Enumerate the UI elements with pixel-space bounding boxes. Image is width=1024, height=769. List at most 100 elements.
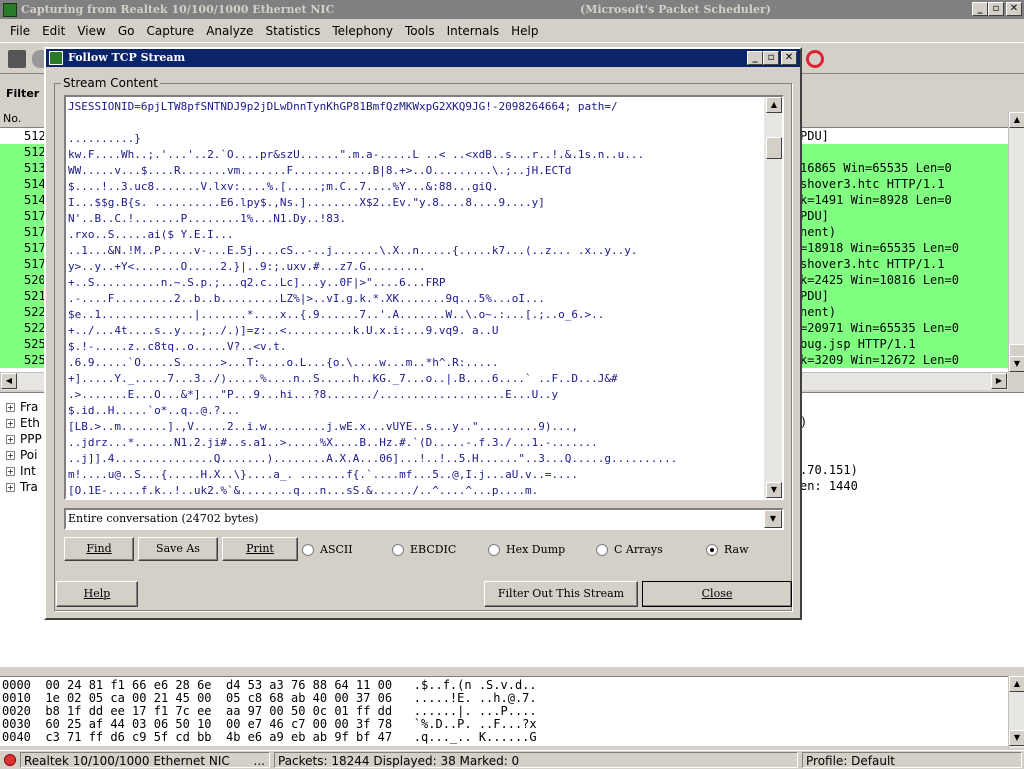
help-lifebuoy-icon[interactable]	[806, 50, 824, 68]
minimize-button[interactable]: _	[972, 2, 988, 16]
window-titlebar: Capturing from Realtek 10/100/1000 Ether…	[0, 0, 1024, 19]
hex-row[interactable]: 0010 1e 02 05 ca 00 21 45 00 05 c8 68 ab…	[2, 691, 537, 705]
radio-raw[interactable]: Raw	[706, 543, 749, 556]
packet-info: PDU]	[800, 129, 829, 143]
maximize-button[interactable]: ▫	[988, 2, 1004, 16]
column-no[interactable]: No.	[3, 112, 21, 125]
packet-number: 514	[24, 193, 46, 207]
window-title: Capturing from Realtek 10/100/1000 Ether…	[21, 3, 335, 16]
detail-tree-item[interactable]: + Int	[6, 463, 36, 479]
hex-row[interactable]: 0040 c3 71 ff d6 c9 5f cd bb 4b e6 a9 eb…	[2, 730, 537, 744]
find-button[interactable]: Find	[64, 537, 134, 561]
radio-label: Raw	[724, 543, 749, 556]
radio-circle-icon[interactable]	[392, 543, 404, 556]
stream-scroll-up-icon[interactable]: ▲	[766, 97, 782, 113]
capture-status-icon[interactable]	[4, 754, 16, 766]
close-button[interactable]: Close	[642, 581, 792, 607]
packet-info: 16865 Win=65535 Len=0	[800, 161, 952, 175]
radio-circle-icon[interactable]	[596, 543, 608, 556]
menu-tools[interactable]: Tools	[399, 24, 441, 38]
status-profile[interactable]: Profile: Default	[802, 752, 1022, 768]
detail-tree-item[interactable]: + Poi	[6, 447, 37, 463]
dialog-minimize-button[interactable]: _	[747, 51, 763, 65]
radio-circle-icon[interactable]	[302, 543, 314, 556]
chevron-down-icon[interactable]: ▼	[764, 510, 782, 528]
stream-text[interactable]: JSESSIONID=6pjLTW8pfSNTNDJ9p2jDLwDnnTynK…	[68, 99, 677, 498]
expand-icon[interactable]: +	[6, 435, 15, 444]
detail-label: Fra	[20, 400, 39, 414]
expand-icon[interactable]: +	[6, 403, 15, 412]
packet-bytes[interactable]: 0000 00 24 81 f1 66 e6 28 6e d4 53 a3 76…	[0, 676, 1008, 746]
packet-list-scrollbar[interactable]: ▲ ▼	[1008, 112, 1024, 372]
packet-number: 525	[24, 337, 46, 351]
expand-icon[interactable]: +	[6, 419, 15, 428]
packet-number: 525	[24, 353, 46, 367]
expand-icon[interactable]: +	[6, 483, 15, 492]
dialog-maximize-button[interactable]: ▫	[763, 51, 779, 65]
packet-number: 512	[24, 129, 46, 143]
hex-row[interactable]: 0020 b8 1f dd ee 17 f1 7c ee aa 97 00 50…	[2, 704, 537, 718]
stream-scroll-thumb[interactable]	[766, 137, 782, 159]
save-as-button[interactable]: Save As	[138, 537, 218, 561]
expand-icon[interactable]: +	[6, 451, 15, 460]
menu-view[interactable]: View	[71, 24, 111, 38]
hex-row[interactable]: 0000 00 24 81 f1 66 e6 28 6e d4 53 a3 76…	[2, 678, 537, 692]
status-ellipsis: ...	[253, 754, 265, 768]
hex-row[interactable]: 0030 60 25 af 44 03 06 50 10 00 e7 46 c7…	[2, 717, 537, 731]
packet-info: PDU]	[800, 289, 829, 303]
radio-ebcdic[interactable]: EBCDIC	[392, 543, 456, 556]
scroll-right-icon[interactable]: ▶	[991, 373, 1007, 389]
dialog-close-button[interactable]: ✕	[781, 51, 797, 65]
menu-capture[interactable]: Capture	[140, 24, 200, 38]
packet-number: 522	[24, 321, 46, 335]
menu-telephony[interactable]: Telephony	[326, 24, 399, 38]
radio-label: Hex Dump	[506, 543, 566, 556]
filter-out-stream-button[interactable]: Filter Out This Stream	[484, 581, 638, 607]
packet-number: 517	[24, 241, 46, 255]
menu-go[interactable]: Go	[112, 24, 141, 38]
detail-tree-item[interactable]: + PPP	[6, 431, 42, 447]
menubar: File Edit View Go Capture Analyze Statis…	[0, 19, 1024, 43]
conversation-select[interactable]: Entire conversation (24702 bytes) ▼	[64, 508, 784, 530]
close-window-button[interactable]: ✕	[1006, 2, 1022, 16]
detail-tree-item[interactable]: + Fra	[6, 399, 38, 415]
scroll-left-icon[interactable]: ◀	[1, 373, 17, 389]
scroll-down-icon[interactable]: ▼	[1009, 356, 1024, 372]
detail-value: .70.151)	[800, 463, 858, 477]
stream-scrollbar[interactable]: ▲ ▼	[764, 97, 782, 498]
help-button[interactable]: Help	[56, 581, 138, 607]
stream-scroll-down-icon[interactable]: ▼	[766, 482, 782, 498]
menu-internals[interactable]: Internals	[441, 24, 506, 38]
radio-ascii[interactable]: ASCII	[302, 543, 353, 556]
menu-analyze[interactable]: Analyze	[200, 24, 259, 38]
scroll-up-icon[interactable]: ▲	[1009, 112, 1024, 128]
packet-info: shover3.htc HTTP/1.1	[800, 177, 945, 191]
radio-circle-icon[interactable]	[706, 543, 718, 556]
bytes-scrollbar[interactable]: ▲ ▼	[1008, 676, 1024, 748]
detail-label: PPP	[20, 432, 42, 446]
detail-tree-item[interactable]: + Eth	[6, 415, 40, 431]
menu-file[interactable]: File	[4, 24, 36, 38]
detail-value: en: 1440	[800, 479, 858, 493]
stream-content-text[interactable]: JSESSIONID=6pjLTW8pfSNTNDJ9p2jDLwDnnTynK…	[64, 95, 784, 500]
packet-number: 521	[24, 289, 46, 303]
menu-edit[interactable]: Edit	[36, 24, 71, 38]
packet-number: 520	[24, 273, 46, 287]
dialog-title: Follow TCP Stream	[68, 51, 186, 64]
packet-number: 512	[24, 145, 46, 159]
interfaces-icon[interactable]	[8, 50, 26, 68]
conversation-select-value: Entire conversation (24702 bytes)	[68, 512, 259, 525]
radio-circle-icon[interactable]	[488, 543, 500, 556]
packet-info: bug.jsp HTTP/1.1	[800, 337, 916, 351]
print-button[interactable]: Print	[222, 537, 298, 561]
bytes-scroll-up-icon[interactable]: ▲	[1009, 676, 1024, 692]
radio-c-arrays[interactable]: C Arrays	[596, 543, 663, 556]
packet-info: k=3209 Win=12672 Len=0	[800, 353, 959, 367]
menu-help[interactable]: Help	[505, 24, 544, 38]
bytes-scroll-down-icon[interactable]: ▼	[1009, 730, 1024, 746]
menu-statistics[interactable]: Statistics	[259, 24, 326, 38]
detail-tree-item[interactable]: + Tra	[6, 479, 38, 495]
radio-hex-dump[interactable]: Hex Dump	[488, 543, 565, 556]
status-packets: Packets: 18244 Displayed: 38 Marked: 0	[274, 752, 798, 768]
expand-icon[interactable]: +	[6, 467, 15, 476]
